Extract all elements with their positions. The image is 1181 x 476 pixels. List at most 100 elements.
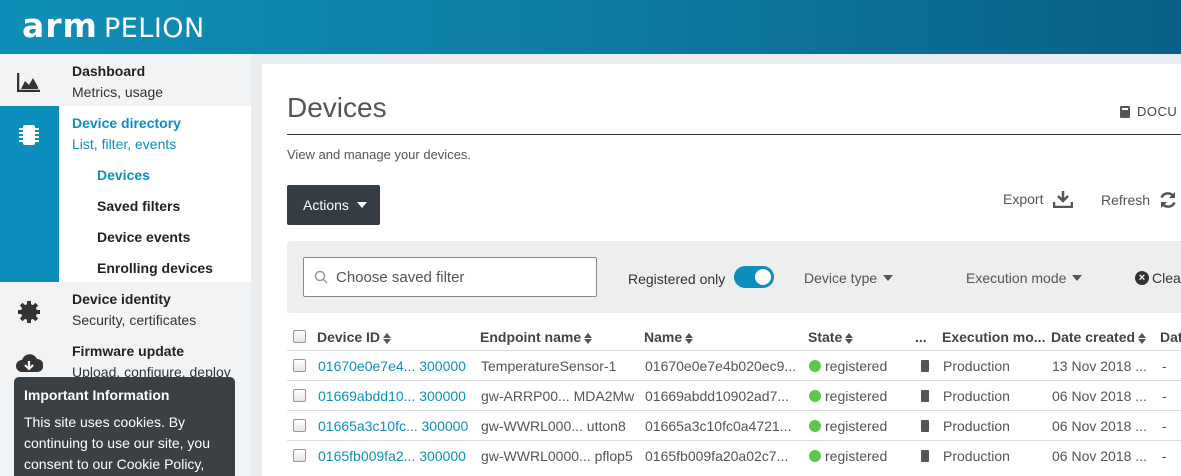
clear-filters-button[interactable]: × Clear [1135, 270, 1181, 286]
sort-icon [383, 332, 392, 344]
sidebar-item-device-directory[interactable]: Device directory List, filter, events De… [0, 106, 251, 282]
date-created-cell: 06 Nov 2018 ... [1052, 418, 1147, 434]
column-header-date-created[interactable]: Date created [1051, 329, 1147, 345]
sidebar-item-dashboard[interactable]: Dashboard Metrics, usage [0, 54, 251, 106]
state-cell: registered [809, 418, 887, 434]
column-header-type[interactable]: ... [915, 329, 927, 345]
row-checkbox[interactable] [293, 359, 306, 372]
cookie-banner-title: Important Information [24, 387, 170, 403]
state-label: registered [825, 358, 888, 374]
name-cell: 01670e0e7e4b020ec9... [645, 358, 797, 374]
page-title: Devices [287, 92, 387, 123]
sidebar-child-enrolling-devices[interactable]: Enrolling devices [97, 260, 213, 276]
export-button[interactable]: Export [1003, 190, 1074, 208]
close-circle-icon: × [1135, 271, 1149, 285]
sidebar-child-device-events[interactable]: Device events [97, 229, 190, 245]
row-checkbox[interactable] [293, 449, 306, 462]
caret-down-icon [883, 275, 894, 281]
column-header-device-id[interactable]: Device ID [317, 329, 392, 345]
sort-icon [685, 332, 694, 344]
device-id-link[interactable]: 01669abdd10... 300000 [318, 388, 466, 404]
search-icon [314, 270, 328, 284]
date-created-cell: 06 Nov 2018 ... [1052, 448, 1147, 464]
execution-mode-cell: Production [943, 448, 1010, 464]
refresh-button[interactable]: Refresh [1101, 190, 1178, 210]
column-label: Date created [1051, 329, 1136, 345]
endpoint-name-cell: gw-ARRP00... MDA2Mw [481, 388, 635, 404]
docs-label: DOCU [1137, 104, 1178, 119]
cookie-banner: Important Information This site uses coo… [14, 377, 235, 476]
select-all-checkbox[interactable] [293, 330, 306, 343]
sort-icon [584, 332, 593, 344]
device-type-dropdown[interactable]: Device type [804, 270, 894, 286]
status-dot-icon [809, 390, 821, 402]
date-created-cell: 06 Nov 2018 ... [1052, 388, 1147, 404]
toggle-knob [755, 269, 771, 285]
endpoint-name-cell: gw-WWRL000... utton8 [481, 418, 626, 434]
registered-only-toggle[interactable] [734, 266, 774, 288]
actions-label: Actions [303, 197, 349, 213]
table-row[interactable]: 01669abdd10... 300000 gw-ARRP00... MDA2M… [287, 380, 1181, 410]
actions-button[interactable]: Actions [287, 185, 380, 225]
sidebar-item-title: Firmware update [72, 343, 185, 359]
main-panel: Devices DOCU View and manage your device… [262, 64, 1181, 476]
table-row[interactable]: 01665a3c10fc... 300000 gw-WWRL000... utt… [287, 410, 1181, 440]
logo-arm-text: arm [22, 6, 98, 45]
sidebar-child-devices[interactable]: Devices [97, 167, 150, 183]
sidebar-item-title: Device directory [72, 115, 181, 131]
column-header-state[interactable]: State [808, 329, 854, 345]
logo-pelion-text: PELION [103, 13, 205, 44]
column-header-extra[interactable]: Dat [1160, 329, 1181, 345]
sidebar-item-title: Device identity [72, 291, 171, 307]
caret-down-icon [356, 202, 367, 208]
column-header-endpoint-name[interactable]: Endpoint name [480, 329, 593, 345]
device-id-link[interactable]: 0165fb009fa2... 300000 [318, 448, 466, 464]
sidebar-item-subtitle: Security, certificates [72, 312, 197, 328]
sidebar-item-device-identity[interactable]: Device identity Security, certificates [0, 282, 251, 334]
saved-filter-input[interactable]: Choose saved filter [303, 257, 597, 297]
table-row[interactable]: 01670e0e7e4... 300000 TemperatureSensor-… [287, 350, 1181, 380]
column-header-execution-mode[interactable]: Execution mo... [942, 329, 1045, 345]
sidebar-child-saved-filters[interactable]: Saved filters [97, 198, 180, 214]
sidebar-item-subtitle: List, filter, events [72, 136, 177, 152]
sort-icon [1138, 332, 1147, 344]
state-cell: registered [809, 388, 887, 404]
sidebar-item-subtitle: Metrics, usage [72, 84, 164, 100]
extra-cell: - [1162, 418, 1167, 434]
date-created-cell: 13 Nov 2018 ... [1052, 358, 1147, 374]
column-label: Device ID [317, 329, 381, 345]
device-id-link[interactable]: 01665a3c10fc... 300000 [318, 418, 468, 434]
title-divider [287, 134, 1181, 135]
sort-icon [845, 332, 854, 344]
row-checkbox[interactable] [293, 419, 306, 432]
download-icon [1053, 191, 1074, 208]
name-cell: 01669abdd10902ad7... [645, 388, 790, 404]
cloud-download-icon [14, 349, 44, 379]
execution-mode-dropdown[interactable]: Execution mode [966, 270, 1083, 286]
device-id-link[interactable]: 01670e0e7e4... 300000 [318, 358, 466, 374]
execution-mode-label: Execution mode [966, 270, 1067, 286]
status-dot-icon [809, 360, 821, 372]
table-row[interactable]: 0165fb009fa2... 300000 gw-WWRL0000... pf… [287, 440, 1181, 470]
status-dot-icon [809, 450, 821, 462]
refresh-label: Refresh [1101, 192, 1151, 208]
chip-icon [921, 450, 929, 462]
state-label: registered [825, 418, 888, 434]
name-cell: 01665a3c10fc0a4721... [645, 418, 792, 434]
execution-mode-cell: Production [943, 418, 1010, 434]
filter-bar: Choose saved filter Registered only Devi… [287, 241, 1181, 313]
column-header-name[interactable]: Name [644, 329, 694, 345]
gear-icon [14, 297, 44, 327]
arm-pelion-logo[interactable]: arm PELION [22, 6, 205, 45]
execution-mode-cell: Production [943, 388, 1010, 404]
chip-icon [921, 420, 929, 432]
docs-link[interactable]: DOCU [1119, 104, 1177, 119]
cookie-banner-text: This site uses cookies. By continuing to… [24, 414, 211, 472]
column-label: Name [644, 329, 683, 345]
row-checkbox[interactable] [293, 389, 306, 402]
chip-icon [14, 120, 44, 150]
state-cell: registered [809, 448, 887, 464]
column-label: Endpoint name [480, 329, 582, 345]
caret-down-icon [1072, 275, 1083, 281]
state-label: registered [825, 448, 888, 464]
